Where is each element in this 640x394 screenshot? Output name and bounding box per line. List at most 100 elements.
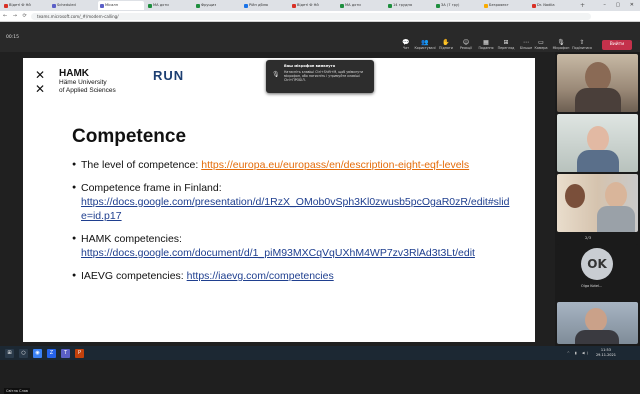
control-icon: ⋯	[523, 39, 529, 46]
tab-label: Scheduled	[57, 3, 76, 7]
browser-tab[interactable]: Фрущиз	[194, 1, 240, 10]
tab-favicon-icon	[484, 3, 488, 8]
meeting-toolbar: 00:15 💬 Чат 👥 Користувачі ✋ Підняти ☺ Реакції ▦ П…	[0, 22, 640, 52]
presentation-slide: ✕ ✕ HAMK Häme University of Applied Scien…	[23, 58, 535, 342]
control-label: Мікрофон	[552, 46, 570, 50]
tab-label: Рiйн дблю	[249, 3, 269, 7]
browser-tab[interactable]: Рiйн дблю	[242, 1, 288, 10]
zoom-icon[interactable]: Z	[47, 348, 56, 358]
control-icon: ▦	[483, 39, 489, 46]
bullet-list: The level of competence: https://europa.…	[72, 158, 512, 292]
tab-favicon-icon	[532, 3, 536, 8]
tab-favicon-icon	[436, 3, 440, 8]
avatar: OK	[581, 248, 613, 280]
taskbar-clock[interactable]: 11:53 29.11.2021	[596, 348, 616, 357]
iaevg-link[interactable]: https://iaevg.com/competencies	[187, 270, 334, 282]
tab-label: Відеті Ф Нй	[297, 3, 319, 7]
control-label: Поділитися	[572, 46, 592, 50]
meeting-control-button[interactable]: 👥 Користувачі	[414, 39, 436, 50]
tab-favicon-icon	[388, 3, 392, 8]
clock-date: 29.11.2021	[595, 352, 616, 357]
meeting-control-button[interactable]: 🎙 Мікрофон	[551, 39, 571, 50]
meeting-timer: 00:15	[6, 35, 19, 40]
system-tray-icons[interactable]: ^ ▮ ◀)	[567, 351, 590, 355]
browser-tab[interactable]: МА дхти	[146, 1, 192, 10]
browser-tab[interactable]: 14 грудня	[386, 1, 432, 10]
control-label: Підняти	[439, 46, 453, 50]
control-icon: 🎙	[557, 39, 565, 46]
meeting-control-button[interactable]: ✋ Підняти	[436, 39, 456, 50]
window-controls[interactable]: – ▢ ✕	[603, 2, 638, 8]
browser-tab[interactable]: Scheduled	[50, 1, 96, 10]
tab-favicon-icon	[292, 3, 296, 8]
meeting-control-button[interactable]: ☺ Реакції	[456, 39, 476, 50]
browser-tab[interactable]: Dr. Nadiia	[530, 1, 576, 10]
meeting-control-button[interactable]: ⇧ Поділитися	[572, 39, 592, 50]
presenter-name: Світла Слав	[4, 388, 30, 394]
shared-content-stage: ✕ ✕ HAMK Häme University of Applied Scien…	[0, 52, 555, 394]
toast-title: Ваш мікрофон вимкнуто	[284, 64, 336, 68]
hamk-logo: ✕ ✕ HAMK Häme University of Applied Scien…	[35, 68, 116, 96]
participant-name: Olga Kotel...	[581, 284, 603, 288]
control-icon: ⇧	[579, 39, 585, 46]
control-icon: 💬	[402, 39, 410, 46]
tab-label: Відеті Ф Нй	[9, 3, 31, 7]
meeting-control-button[interactable]: 💬 Чат	[396, 39, 416, 50]
finland-frame-link[interactable]: https://docs.google.com/presentation/d/1…	[81, 195, 512, 223]
participant-pager[interactable]: 2/3	[585, 235, 591, 240]
tab-label: МА дхти	[345, 3, 361, 7]
hamk-competencies-link[interactable]: https://docs.google.com/document/d/1_piM…	[81, 246, 512, 260]
control-label: Користувачі	[414, 46, 436, 50]
participant-video[interactable]	[557, 54, 638, 112]
chrome-icon[interactable]: ◉	[33, 348, 42, 358]
slide-title: Competence	[72, 126, 187, 147]
hamk-mark-icon: ✕ ✕	[35, 68, 46, 96]
browser-tab[interactable]: ЗА (7 гру)	[434, 1, 480, 10]
url-field[interactable]: teams.microsoft.com/_#/modern-calling/	[31, 12, 591, 20]
powerpoint-icon[interactable]: P	[75, 348, 84, 358]
tab-label: Dr. Nadiia	[537, 3, 555, 7]
meeting-control-button[interactable]: ▦ Подання	[476, 39, 496, 50]
participant-video[interactable]	[557, 174, 638, 232]
search-icon[interactable]: ○	[19, 348, 28, 358]
browser-tab[interactable]: Відеті Ф Нй	[2, 1, 48, 10]
mic-off-icon: 🎙	[272, 71, 280, 78]
bullet-item: The level of competence: https://europa.…	[72, 158, 512, 172]
tab-label: ЗА (7 гру)	[441, 3, 460, 7]
tab-label: 14 грудня	[393, 3, 413, 7]
tab-favicon-icon	[196, 3, 200, 8]
os-taskbar: ⊞ ○ ◉ Z T P ^ ▮ ◀) 11:53 29.11.2021	[0, 346, 640, 360]
mic-muted-notification[interactable]: 🎙 Ваш мікрофон вимкнуто Натисніть клавіш…	[266, 60, 374, 93]
control-icon: ⊞	[503, 39, 509, 46]
hamk-name: HAMK	[59, 68, 89, 79]
browser-tab[interactable]: Відеті Ф Нй	[290, 1, 336, 10]
teams-icon[interactable]: T	[61, 348, 70, 358]
browser-tab-strip: Відеті Ф Нй Scheduled Miсалн МА дхти Фрущиз Р…	[0, 0, 640, 11]
leave-button[interactable]: Вийти	[602, 40, 632, 50]
control-label: Перегляд	[497, 46, 515, 50]
start-icon[interactable]: ⊞	[5, 348, 14, 358]
control-icon: ▭	[538, 39, 544, 46]
browser-tab[interactable]: Miсалн	[98, 1, 144, 10]
control-label: Чат	[402, 46, 410, 50]
control-icon: ✋	[442, 39, 450, 46]
browser-tab[interactable]: Безрояект	[482, 1, 528, 10]
nav-buttons[interactable]: ← → ⟳	[3, 13, 31, 19]
tab-favicon-icon	[100, 3, 104, 8]
participant-video[interactable]	[557, 114, 638, 172]
tab-label: Miсалн	[105, 3, 118, 7]
eqf-levels-link[interactable]: https://europa.eu/europass/en/descriptio…	[201, 159, 469, 171]
meeting-control-button[interactable]: ▭ Камера	[531, 39, 551, 50]
participant-avatar-tile[interactable]: OK Olga Kotel...	[557, 244, 638, 302]
new-tab-button[interactable]: +	[580, 2, 585, 9]
control-label: Реакції	[459, 46, 473, 50]
meeting-control-button[interactable]: ⊞ Перегляд	[496, 39, 516, 50]
tab-favicon-icon	[244, 3, 248, 8]
control-label: Камера	[534, 46, 548, 50]
tab-favicon-icon	[52, 3, 56, 8]
hamk-subtitle-2: of Applied Sciences	[59, 86, 116, 94]
control-icon: 👥	[421, 39, 429, 46]
browser-tab[interactable]: МА дхти	[338, 1, 384, 10]
control-icon: ☺	[462, 39, 470, 46]
participant-video[interactable]	[557, 302, 638, 344]
